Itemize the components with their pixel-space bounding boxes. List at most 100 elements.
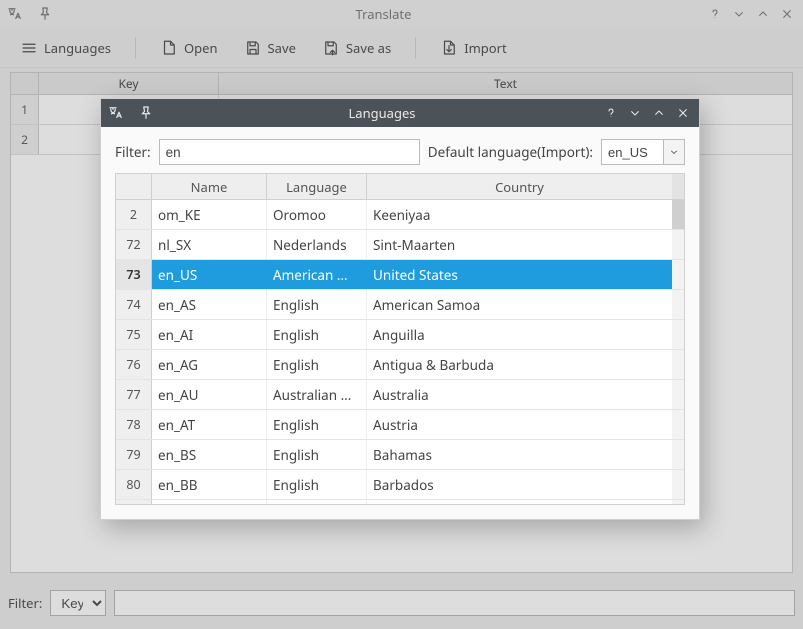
cell-language[interactable]: English <box>267 410 367 439</box>
cell-name[interactable]: en_BB <box>152 470 267 499</box>
cell-language[interactable]: English <box>267 500 367 504</box>
help-icon[interactable] <box>707 6 723 22</box>
cell-name[interactable]: en_BS <box>152 440 267 469</box>
main-titlebar: Translate <box>0 0 803 28</box>
row-header[interactable]: 2 <box>11 125 39 154</box>
row-index[interactable]: 72 <box>116 230 152 259</box>
row-index[interactable]: 80 <box>116 470 152 499</box>
cell-name[interactable]: en_AS <box>152 290 267 319</box>
default-language-combo[interactable] <box>601 139 685 165</box>
row-index[interactable]: 76 <box>116 350 152 379</box>
cell-language[interactable]: English <box>267 440 367 469</box>
scrollbar-track[interactable] <box>672 500 684 504</box>
grid-row[interactable]: 80en_BBEnglishBarbados <box>116 470 684 500</box>
chevron-down-icon[interactable] <box>663 139 685 165</box>
cell-name[interactable]: en_AU <box>152 380 267 409</box>
column-name[interactable]: Name <box>152 174 267 199</box>
grid-row[interactable]: 81en_BEEnglishBelgium <box>116 500 684 504</box>
close-icon[interactable] <box>779 6 795 22</box>
scrollbar-track[interactable] <box>672 260 684 289</box>
row-index[interactable]: 2 <box>116 200 152 229</box>
scrollbar-track[interactable] <box>672 290 684 319</box>
row-index[interactable]: 79 <box>116 440 152 469</box>
cell-country[interactable]: Austria <box>367 410 672 439</box>
maximize-icon[interactable] <box>651 105 667 121</box>
cell-country[interactable]: United States <box>367 260 672 289</box>
cell-language[interactable]: English <box>267 290 367 319</box>
cell-language[interactable]: American … <box>267 260 367 289</box>
cell-name[interactable]: en_AT <box>152 410 267 439</box>
row-index[interactable]: 73 <box>116 260 152 289</box>
scrollbar-track[interactable] <box>672 350 684 379</box>
open-button[interactable]: Open <box>152 33 226 63</box>
cell-country[interactable]: Belgium <box>367 500 672 504</box>
filter-input[interactable] <box>114 590 795 616</box>
cell-country[interactable]: Antigua & Barbuda <box>367 350 672 379</box>
grid-row[interactable]: 75en_AIEnglishAnguilla <box>116 320 684 350</box>
column-text[interactable]: Text <box>219 73 792 94</box>
cell-country[interactable]: Anguilla <box>367 320 672 349</box>
cell-language[interactable]: Australian … <box>267 380 367 409</box>
import-button[interactable]: Import <box>432 33 514 63</box>
cell-language[interactable]: English <box>267 470 367 499</box>
cell-language[interactable]: Nederlands <box>267 230 367 259</box>
cell-country[interactable]: Bahamas <box>367 440 672 469</box>
separator <box>415 37 416 59</box>
cell-name[interactable]: en_BE <box>152 500 267 504</box>
row-index[interactable]: 74 <box>116 290 152 319</box>
row-index[interactable]: 78 <box>116 410 152 439</box>
cell-country[interactable]: Australia <box>367 380 672 409</box>
save-button[interactable]: Save <box>236 33 304 63</box>
grid-row[interactable]: 74en_ASEnglishAmerican Samoa <box>116 290 684 320</box>
grid-row[interactable]: 73en_USAmerican …United States <box>116 260 684 290</box>
grid-row[interactable]: 79en_BSEnglishBahamas <box>116 440 684 470</box>
default-language-value[interactable] <box>601 139 663 165</box>
cell-name[interactable]: en_AI <box>152 320 267 349</box>
row-index[interactable]: 81 <box>116 500 152 504</box>
grid-row[interactable]: 77en_AUAustralian …Australia <box>116 380 684 410</box>
filter-mode-select[interactable]: Key <box>50 590 106 616</box>
scrollbar-track[interactable] <box>672 174 684 199</box>
scrollbar-track[interactable] <box>672 380 684 409</box>
scrollbar-track[interactable] <box>672 440 684 469</box>
import-label: Import <box>464 39 506 57</box>
grid-row[interactable]: 78en_ATEnglishAustria <box>116 410 684 440</box>
row-index[interactable]: 77 <box>116 380 152 409</box>
cell-country[interactable]: Sint-Maarten <box>367 230 672 259</box>
cell-name[interactable]: om_KE <box>152 200 267 229</box>
pin-icon[interactable] <box>36 5 54 23</box>
scrollbar-track[interactable] <box>672 320 684 349</box>
cell-language[interactable]: English <box>267 350 367 379</box>
scrollbar-track[interactable] <box>672 470 684 499</box>
grid-row[interactable]: 72nl_SXNederlandsSint-Maarten <box>116 230 684 260</box>
dialog-titlebar[interactable]: Languages <box>101 99 699 127</box>
column-key[interactable]: Key <box>39 73 219 94</box>
minimize-icon[interactable] <box>731 6 747 22</box>
cell-name[interactable]: en_AG <box>152 350 267 379</box>
maximize-icon[interactable] <box>755 6 771 22</box>
close-icon[interactable] <box>675 105 691 121</box>
cell-language[interactable]: Oromoo <box>267 200 367 229</box>
scrollbar-track[interactable] <box>672 200 684 229</box>
cell-country[interactable]: Keeniyaa <box>367 200 672 229</box>
row-header[interactable]: 1 <box>11 95 39 124</box>
cell-name[interactable]: nl_SX <box>152 230 267 259</box>
scrollbar-track[interactable] <box>672 230 684 259</box>
save-as-button[interactable]: Save as <box>314 33 399 63</box>
languages-button[interactable]: Languages <box>12 33 119 63</box>
cell-country[interactable]: Barbados <box>367 470 672 499</box>
dialog-filter-input[interactable] <box>159 139 420 165</box>
grid-row[interactable]: 76en_AGEnglishAntigua & Barbuda <box>116 350 684 380</box>
grid-row[interactable]: 2om_KEOromooKeeniyaa <box>116 200 684 230</box>
column-country[interactable]: Country <box>367 174 672 199</box>
minimize-icon[interactable] <box>627 105 643 121</box>
dialog-filter-label: Filter: <box>115 143 151 161</box>
cell-language[interactable]: English <box>267 320 367 349</box>
row-index[interactable]: 75 <box>116 320 152 349</box>
help-icon[interactable] <box>603 105 619 121</box>
pin-icon[interactable] <box>137 104 155 122</box>
column-language[interactable]: Language <box>267 174 367 199</box>
scrollbar-track[interactable] <box>672 410 684 439</box>
cell-country[interactable]: American Samoa <box>367 290 672 319</box>
cell-name[interactable]: en_US <box>152 260 267 289</box>
